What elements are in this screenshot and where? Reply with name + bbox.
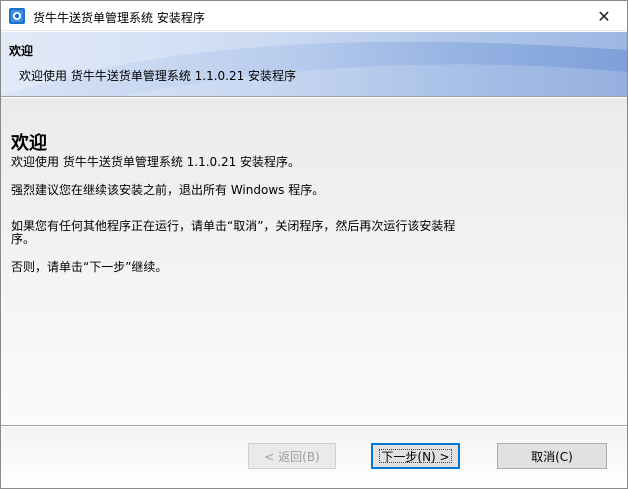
next-instruction-paragraph: 否则，请单击“下一步”继续。 — [11, 260, 168, 274]
close-icon: ✕ — [597, 6, 611, 26]
next-button[interactable]: 下一步(N) > — [371, 443, 460, 469]
cancel-instruction-paragraph: 如果您有任何其他程序正在运行，请单击“取消”，关闭程序，然后再次运行该安装程 — [11, 219, 456, 233]
header-title: 欢迎 — [9, 44, 34, 58]
welcome-paragraph: 欢迎使用 货牛牛送货单管理系统 1.1.0.21 安装程序。 — [11, 155, 301, 169]
header-banner: 欢迎 欢迎使用 货牛牛送货单管理系统 1.1.0.21 安装程序 — [1, 32, 627, 96]
advice-paragraph: 强烈建议您在继续该安装之前，退出所有 Windows 程序。 — [11, 183, 325, 197]
cancel-button[interactable]: 取消(C) — [497, 443, 607, 469]
header-swoosh-decoration — [1, 32, 627, 96]
header-subtitle: 欢迎使用 货牛牛送货单管理系统 1.1.0.21 安装程序 — [19, 69, 297, 83]
installer-app-icon — [9, 8, 25, 24]
installer-window: 货牛牛送货单管理系统 安装程序 ✕ 欢迎 欢迎使用 货牛牛送货单管理系统 1.1… — [0, 0, 628, 489]
close-button[interactable]: ✕ — [581, 1, 627, 31]
focus-rectangle — [379, 449, 452, 463]
cancel-button-label: 取消(C) — [531, 449, 573, 464]
welcome-heading: 欢迎 — [11, 133, 47, 154]
button-bar: < 返回(B) 下一步(N) > 取消(C) — [1, 427, 627, 488]
back-button[interactable]: < 返回(B) — [248, 443, 336, 469]
title-bar[interactable]: 货牛牛送货单管理系统 安装程序 ✕ — [1, 1, 627, 31]
cancel-instruction-paragraph-continued: 序。 — [11, 232, 36, 246]
back-button-label: < 返回(B) — [264, 449, 320, 464]
window-title: 货牛牛送货单管理系统 安装程序 — [33, 11, 205, 25]
welcome-panel: 欢迎 欢迎使用 货牛牛送货单管理系统 1.1.0.21 安装程序。 强烈建议您在… — [1, 98, 627, 425]
